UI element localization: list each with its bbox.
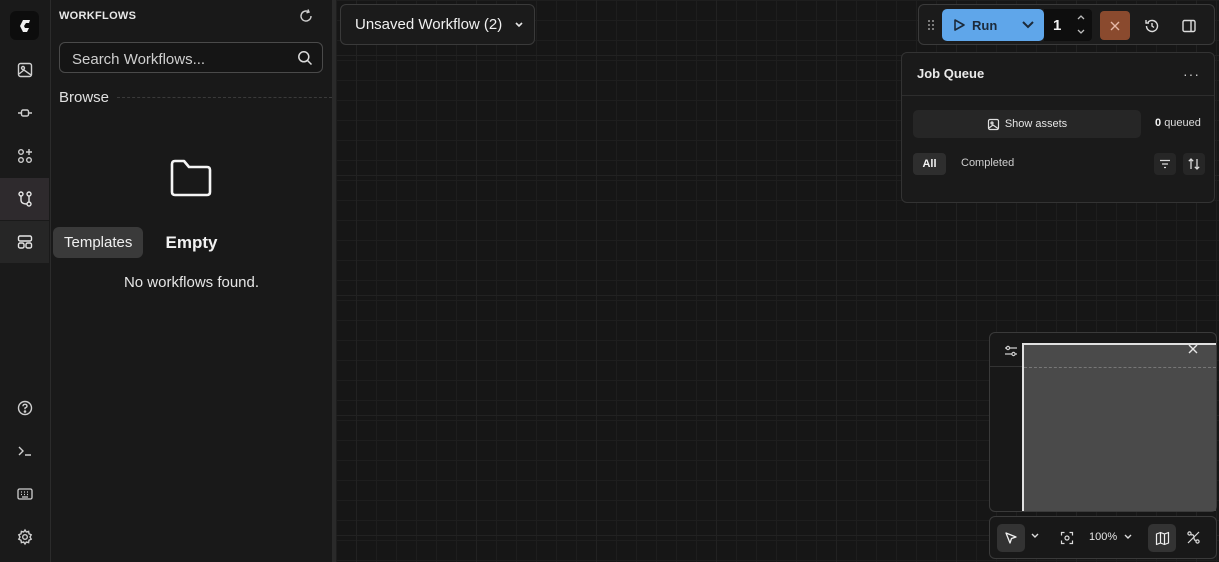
workflows-sidebar: WORKFLOWS Browse Empty No workflows foun… <box>51 0 332 562</box>
select-tool-button[interactable] <box>997 524 1025 552</box>
canvas-controls: 100% <box>989 516 1217 559</box>
app-logo[interactable] <box>10 11 39 40</box>
browse-label: Browse <box>59 89 110 106</box>
rail-templates-button[interactable] <box>0 221 49 263</box>
history-button[interactable] <box>1137 11 1167 40</box>
rail-assets-button[interactable] <box>0 49 49 91</box>
filter-icon <box>1160 159 1170 169</box>
show-assets-button[interactable]: Show assets <box>913 110 1141 138</box>
workflow-tab[interactable]: Unsaved Workflow (2) <box>340 4 535 45</box>
help-icon <box>17 400 32 416</box>
filter-tab-completed[interactable]: Completed <box>961 157 1014 169</box>
play-icon <box>954 19 965 31</box>
minimap-guide-line <box>1024 367 1216 368</box>
sidebar-title: WORKFLOWS <box>59 10 137 22</box>
rail-terminal-button[interactable] <box>0 430 49 472</box>
templates-tooltip: Templates <box>53 227 144 258</box>
pointer-icon <box>1005 532 1017 544</box>
queue-title: Job Queue <box>917 66 985 81</box>
panel-right-icon <box>1182 19 1196 32</box>
batch-count-value[interactable]: 1 <box>1053 17 1061 34</box>
increment-icon[interactable] <box>1076 13 1086 21</box>
map-icon <box>1155 531 1169 545</box>
image-assets-icon <box>17 62 32 78</box>
refresh-button[interactable] <box>298 8 314 24</box>
run-label: Run <box>972 17 998 33</box>
batch-count-stepper[interactable]: 1 <box>1044 9 1092 41</box>
node-library-icon <box>17 149 32 163</box>
templates-icon <box>17 235 32 249</box>
run-button[interactable]: Run <box>942 9 1012 41</box>
decrement-icon[interactable] <box>1076 28 1086 36</box>
workflows-icon <box>17 191 32 207</box>
queued-status: 0 queued <box>1155 117 1201 129</box>
rail-node-library-button[interactable] <box>0 135 49 177</box>
run-mode-dropdown[interactable] <box>1012 9 1044 41</box>
job-queue-panel: Job Queue ··· Show assets 0 queued All C… <box>901 52 1215 203</box>
workflow-title: Unsaved Workflow (2) <box>355 16 503 33</box>
zoom-level[interactable]: 100% <box>1089 531 1117 543</box>
cancel-run-button[interactable] <box>1100 11 1130 40</box>
filter-tab-all[interactable]: All <box>913 153 946 175</box>
rail-keyboard-button[interactable] <box>0 473 49 515</box>
show-assets-label: Show assets <box>1004 118 1068 130</box>
more-options-icon[interactable]: ··· <box>1183 66 1200 82</box>
run-toolbar: Run 1 <box>918 4 1215 45</box>
queue-divider <box>902 95 1214 96</box>
toggle-minimap-button[interactable] <box>1148 524 1176 552</box>
rail-nodes-button[interactable] <box>0 92 49 134</box>
close-icon[interactable] <box>1187 343 1199 355</box>
chevron-down-icon[interactable] <box>1030 532 1040 540</box>
sort-icon <box>1188 158 1200 170</box>
minimap[interactable] <box>989 332 1217 512</box>
drag-handle-icon[interactable] <box>927 19 935 31</box>
nodes-icon <box>17 109 32 117</box>
empty-message: No workflows found. <box>123 274 260 291</box>
search-field <box>59 42 323 73</box>
keyboard-icon <box>16 488 33 500</box>
refresh-icon <box>300 9 312 22</box>
queued-label: queued <box>1164 117 1201 129</box>
settings-icon <box>17 528 32 546</box>
search-input[interactable] <box>70 49 294 69</box>
folder-icon <box>168 158 214 200</box>
search-icon[interactable] <box>297 50 313 66</box>
minimap-settings-icon[interactable] <box>1004 344 1018 358</box>
browse-divider <box>117 97 332 98</box>
image-icon <box>987 118 999 130</box>
link-visibility-icon[interactable] <box>1186 530 1201 545</box>
sort-button[interactable] <box>1183 153 1205 175</box>
minimap-viewport[interactable] <box>1022 343 1216 511</box>
toggle-panel-button[interactable] <box>1174 11 1204 40</box>
close-icon <box>1110 21 1120 30</box>
rail-help-button[interactable] <box>0 387 49 429</box>
chevron-down-icon <box>1022 21 1034 29</box>
filter-button[interactable] <box>1154 153 1176 175</box>
chevron-down-icon[interactable] <box>514 21 524 29</box>
rail-workflows-button[interactable] <box>0 178 49 220</box>
rail-settings-button[interactable] <box>0 516 49 558</box>
terminal-icon <box>18 446 31 456</box>
history-icon <box>1145 19 1159 32</box>
queued-count: 0 <box>1155 117 1162 129</box>
icon-rail <box>0 0 51 562</box>
fit-view-icon[interactable] <box>1060 531 1074 545</box>
chevron-down-icon[interactable] <box>1123 533 1133 541</box>
